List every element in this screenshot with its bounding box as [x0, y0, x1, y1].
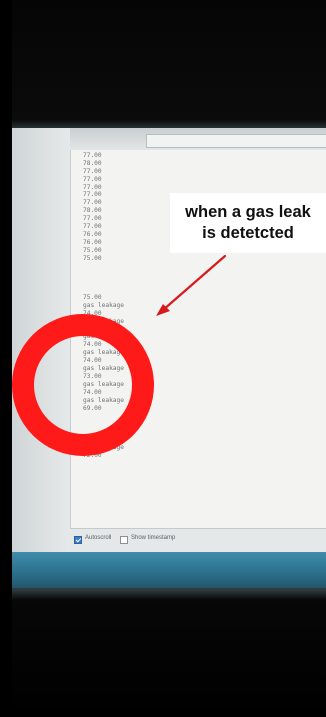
serial-line: [83, 286, 323, 294]
show-timestamp-checkbox[interactable]: [120, 536, 128, 544]
serial-monitor-bottom-bar: Autoscroll Show timestamp: [70, 528, 326, 553]
serial-line: [83, 270, 323, 278]
serial-line: [83, 420, 323, 428]
serial-line: gas leakage: [83, 380, 124, 388]
serial-input-field[interactable]: [146, 134, 326, 148]
serial-line: 77.00: [83, 175, 102, 183]
annotation-text: when a gas leak is detetcted: [185, 203, 311, 242]
serial-line: 75.00: [83, 254, 102, 262]
serial-line: [83, 262, 323, 270]
serial-line: [83, 278, 323, 286]
serial-line: gas leakage: [83, 365, 124, 373]
autoscroll-checkbox[interactable]: [74, 536, 82, 544]
serial-line: 74.00: [83, 309, 102, 317]
serial-line: gas leakage: [83, 333, 124, 341]
serial-line: 77.00: [83, 152, 102, 159]
serial-line: 69.00: [83, 404, 102, 412]
serial-line: gas leakage: [83, 349, 124, 357]
serial-line: 75.00: [83, 294, 102, 302]
serial-line: 77.00: [83, 183, 102, 191]
send-bar: [70, 128, 326, 150]
serial-line: 71.00: [83, 436, 102, 444]
serial-line: gas leakage: [83, 396, 124, 404]
serial-line: [83, 412, 323, 420]
serial-line: 77.00: [83, 167, 102, 175]
serial-line: 74.00: [83, 325, 102, 333]
serial-line: 73.00: [83, 372, 102, 380]
serial-line: gas leakage: [83, 301, 124, 309]
show-timestamp-label: Show timestamp: [131, 535, 176, 541]
serial-line: gas leakage: [83, 443, 124, 451]
window-left-edge: [12, 128, 70, 588]
serial-line: 72.00: [83, 451, 102, 459]
serial-line: 74.00: [83, 388, 102, 396]
serial-line: 74.00: [83, 357, 102, 365]
autoscroll-label: Autoscroll: [85, 535, 112, 541]
annotation-callout: when a gas leak is detetcted: [170, 193, 326, 253]
serial-line: gas leakage: [83, 317, 124, 325]
video-frame: 77.00 78.00 77.00 77.00 77.00 77.00 77.00 78.00…: [0, 0, 326, 717]
taskbar-band: [12, 552, 326, 588]
serial-line: 78.00: [83, 159, 102, 167]
serial-line: [83, 428, 323, 436]
serial-line: 74.00: [83, 341, 102, 349]
